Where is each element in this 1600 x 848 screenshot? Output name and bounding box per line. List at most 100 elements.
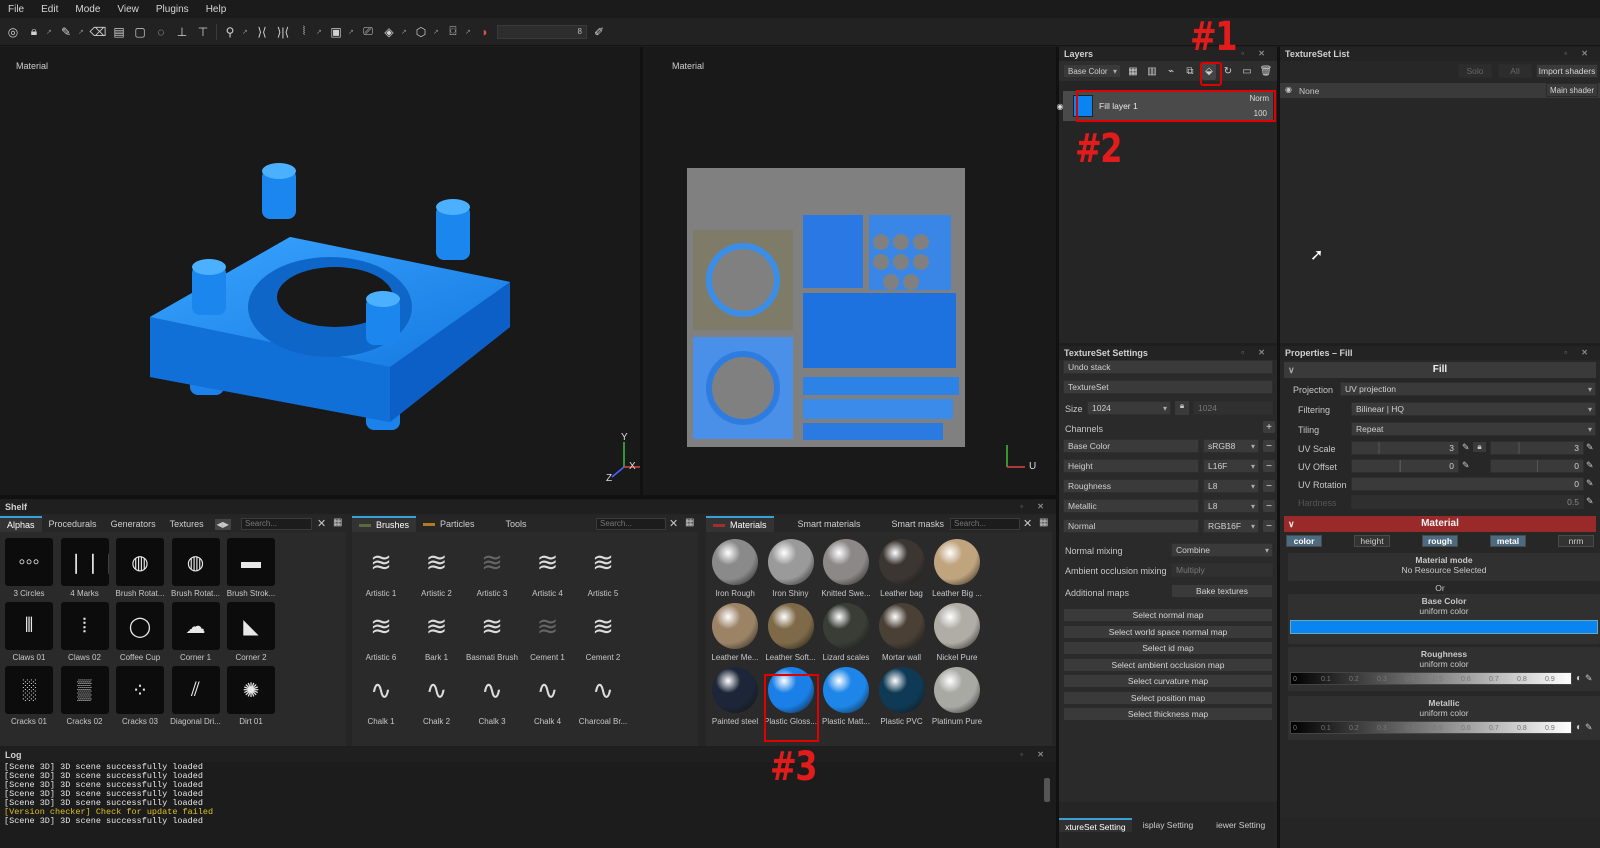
base-color-swatch[interactable] xyxy=(1290,620,1598,634)
alphas-search[interactable]: Search... xyxy=(241,518,312,530)
panel-tab[interactable]: iewer Setting xyxy=(1204,818,1277,832)
shelf-item[interactable]: Plastic PVC xyxy=(877,666,927,726)
remove-channel-button[interactable]: − xyxy=(1263,500,1275,512)
shelf-item[interactable]: Plastic Matt... xyxy=(821,666,871,726)
textureset-item[interactable]: ◉ None Main shader xyxy=(1280,83,1600,98)
shelf-item[interactable]: Iron Shiny xyxy=(766,538,816,598)
shelf-item[interactable]: Knitted Swe... xyxy=(821,538,871,598)
shelf-item[interactable]: Leather Big ... xyxy=(932,538,982,598)
expand-icon[interactable]: ↗ xyxy=(401,28,409,36)
shelf-item[interactable]: ◍ Brush Rotat... xyxy=(171,538,221,598)
symmetry-radial-icon[interactable]: ⟩|⟨ xyxy=(274,23,292,41)
display-icon[interactable]: ◈ xyxy=(380,23,398,41)
material-channel-height-button[interactable]: height xyxy=(1354,535,1390,547)
viewport-3d[interactable]: Material Y X Z xyxy=(0,47,640,495)
layer-visibility-icon[interactable]: ◉ xyxy=(1053,102,1067,111)
eraser-icon[interactable]: ⌫ xyxy=(89,23,107,41)
solo-button[interactable]: Solo xyxy=(1458,64,1492,78)
uv-offset-slider-2[interactable]: 0 xyxy=(1490,459,1584,473)
main-shader-button[interactable]: Main shader xyxy=(1546,83,1598,97)
channel-format-select[interactable]: L16F xyxy=(1203,459,1259,473)
fill-section-header[interactable]: ∨ Fill xyxy=(1284,362,1596,378)
clone-icon[interactable]: ⊥ xyxy=(173,23,191,41)
symmetry-settings-icon[interactable]: ⦚ xyxy=(295,23,313,41)
grid-view-icon[interactable]: ▦ xyxy=(333,517,342,528)
shelf-item[interactable]: ≋ Artistic 3 xyxy=(467,538,517,598)
materials-search[interactable]: Search... xyxy=(950,518,1020,530)
brushes-search[interactable]: Search... xyxy=(596,518,666,530)
uv-scale-lock-icon[interactable]: 🔒︎ xyxy=(1473,442,1486,452)
symmetry-icon[interactable]: ⟩⟨ xyxy=(253,23,271,41)
menu-edit[interactable]: Edit xyxy=(41,4,58,15)
shelf-item[interactable]: ◍ Brush Rotat... xyxy=(115,538,165,598)
shelf-item[interactable]: ❘❘❘❘ 4 Marks xyxy=(60,538,110,598)
shelf-item[interactable]: ≋ Artistic 1 xyxy=(356,538,406,598)
roughness-picker-icon[interactable]: ◐ xyxy=(1576,673,1582,684)
channel-format-select[interactable]: sRGB8 xyxy=(1203,439,1259,453)
shelf-item[interactable]: ∿ Chalk 3 xyxy=(467,666,517,726)
metallic-picker-icon[interactable]: ◐ xyxy=(1576,722,1582,733)
shelf-item[interactable]: ▒ Cracks 02 xyxy=(60,666,110,726)
uv-rotation-edit-icon[interactable]: ✎ xyxy=(1586,478,1594,489)
uv-offset-edit-icon[interactable]: ✎ xyxy=(1462,460,1470,471)
polygon-fill-icon[interactable]: ▢ xyxy=(131,23,149,41)
shelf-item[interactable]: ⁘ Cracks 03 xyxy=(115,666,165,726)
import-shaders-button[interactable]: Import shaders xyxy=(1536,64,1598,78)
delete-layer-icon[interactable]: 🗑︎ xyxy=(1259,62,1273,80)
shelf-item[interactable]: ≋ Artistic 6 xyxy=(356,602,406,662)
shelf-tab-procedurals[interactable]: Procedurals xyxy=(42,516,104,532)
screenshot-icon[interactable]: ⌼ xyxy=(444,23,462,41)
add-folder-icon[interactable]: ▭ xyxy=(1240,62,1254,80)
material-channel-nrm-button[interactable]: nrm xyxy=(1558,535,1594,547)
expand-icon[interactable]: ↗ xyxy=(242,28,250,36)
shelf-item[interactable]: ◣ Corner 2 xyxy=(226,602,276,662)
shelf-item[interactable]: ∿ Chalk 1 xyxy=(356,666,406,726)
shelf-tab-materials[interactable]: Materials xyxy=(706,516,774,532)
shelf-item[interactable]: ∿ Chalk 2 xyxy=(412,666,462,726)
shelf-item[interactable]: ≋ Artistic 2 xyxy=(412,538,462,598)
shelf-tab-smart-materials[interactable]: Smart materials xyxy=(774,516,868,532)
remove-channel-button[interactable]: − xyxy=(1263,460,1275,472)
uv-offset-edit-icon-2[interactable]: ✎ xyxy=(1586,460,1594,471)
select-map-button[interactable]: Select thickness map xyxy=(1063,707,1273,721)
select-map-button[interactable]: Select curvature map xyxy=(1063,674,1273,688)
textureset-section[interactable]: TextureSet xyxy=(1063,380,1273,394)
select-map-button[interactable]: Select ambient occlusion map xyxy=(1063,657,1273,672)
channel-format-select[interactable]: RGB16F xyxy=(1203,519,1259,533)
select-map-button[interactable]: Select world space normal map xyxy=(1063,624,1273,639)
metallic-scale[interactable]: 0 0.1 0.2 0.3 0.4 0.5 0.6 0.7 0.8 0.9 xyxy=(1290,721,1572,734)
shelf-item[interactable]: Leather bag xyxy=(877,538,927,598)
bake-textures-button[interactable]: Bake textures xyxy=(1171,584,1273,598)
shelf-item[interactable]: Iron Rough xyxy=(710,538,760,598)
material-section-header[interactable]: ∨ Material xyxy=(1284,516,1596,532)
camera-icon[interactable]: ⎚ xyxy=(359,23,377,41)
material-mode-section[interactable]: Material mode No Resource Selected xyxy=(1288,553,1600,581)
select-map-button[interactable]: Select id map xyxy=(1063,641,1273,655)
shelf-item[interactable]: ☁ Corner 1 xyxy=(171,602,221,662)
uv-rotation-slider[interactable]: 0 xyxy=(1351,477,1584,491)
shelf-item[interactable]: ≋ Artistic 5 xyxy=(578,538,628,598)
stamp-icon[interactable]: ⊤ xyxy=(194,23,212,41)
shelf-item[interactable]: ░ Cracks 01 xyxy=(4,666,54,726)
clear-search-icon[interactable]: ✕ xyxy=(669,517,678,530)
uv-offset-slider[interactable]: 0 xyxy=(1351,459,1459,473)
lock-icon[interactable]: 🔒︎ xyxy=(25,23,43,41)
shelf-item[interactable]: ≋ Cement 2 xyxy=(578,602,628,662)
material-channel-color-button[interactable]: color xyxy=(1286,535,1322,547)
color-picker-icon[interactable]: ⚲ xyxy=(221,23,239,41)
projection-icon[interactable]: ▤ xyxy=(110,23,128,41)
shelf-item[interactable]: ≋ Bark 1 xyxy=(412,602,462,662)
painter-logo-icon[interactable]: ◎ xyxy=(4,23,22,41)
tab-scroll-icon[interactable]: ◀▶ xyxy=(214,518,231,530)
all-button[interactable]: All xyxy=(1498,64,1532,78)
shelf-item[interactable]: ✺ Dirt 01 xyxy=(226,666,276,726)
toolbar-slider[interactable]: 8 xyxy=(497,24,587,39)
clear-search-icon[interactable]: ✕ xyxy=(317,517,326,530)
remove-channel-button[interactable]: − xyxy=(1263,480,1275,492)
shelf-item[interactable]: ▬ Brush Strok... xyxy=(226,538,276,598)
shelf-item[interactable]: Lizard scales xyxy=(821,602,871,662)
undo-stack-button[interactable]: Undo stack xyxy=(1063,360,1273,374)
link-size-icon[interactable]: 🔒︎ xyxy=(1175,401,1189,415)
shelf-item[interactable]: Nickel Pure xyxy=(932,602,982,662)
cube-icon[interactable]: ⬡ xyxy=(412,23,430,41)
